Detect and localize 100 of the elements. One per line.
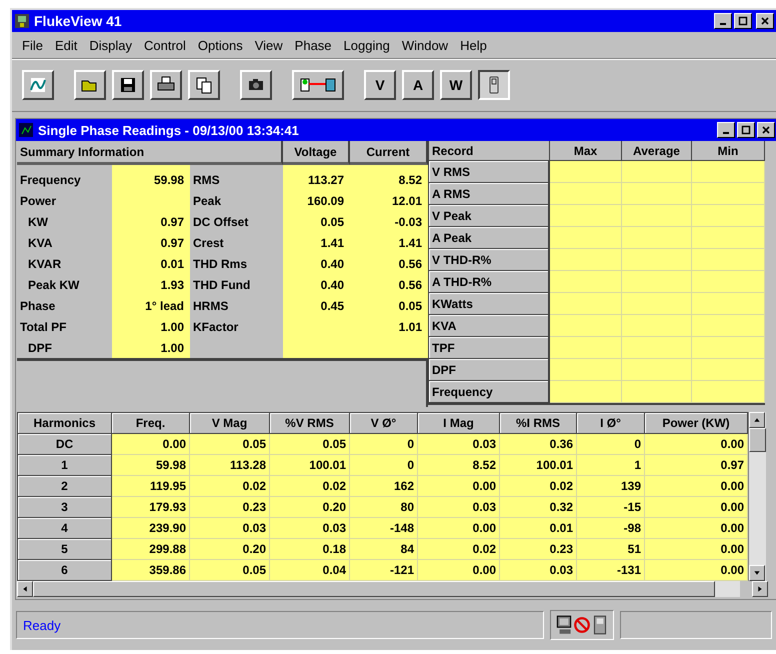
close-button[interactable] <box>756 13 774 29</box>
table-cell: 0.00 <box>418 560 500 581</box>
table-cell <box>622 315 692 337</box>
table-cell: 100.01 <box>500 455 577 476</box>
row-label: KVA <box>27 234 54 252</box>
menu-item[interactable]: View <box>254 38 283 52</box>
table-cell: 1 <box>577 455 645 476</box>
letter-button[interactable]: A <box>402 70 434 100</box>
row-label: DPF <box>27 340 53 356</box>
table-cell <box>550 227 622 249</box>
chart-button[interactable] <box>22 70 54 100</box>
table-cell: 12.01 <box>350 190 428 211</box>
table-cell: 0.00 <box>418 476 500 497</box>
connect-button[interactable] <box>292 70 344 100</box>
table-cell: 8.52 <box>418 455 500 476</box>
copy-icon <box>194 75 214 95</box>
save-button[interactable] <box>112 70 144 100</box>
open-button[interactable] <box>74 70 106 100</box>
computer-icon <box>555 614 573 636</box>
meter-button[interactable] <box>478 70 510 100</box>
table-cell: 0.00 <box>418 518 500 539</box>
close-button[interactable] <box>757 122 775 138</box>
table-cell: 0.00 <box>645 518 748 539</box>
table-cell: 113.28 <box>190 455 270 476</box>
column-header: %I RMS <box>500 412 577 434</box>
table-cell: 0.56 <box>350 253 428 274</box>
table-cell <box>550 381 622 403</box>
menu-item[interactable]: Edit <box>54 38 78 52</box>
table-cell <box>550 359 622 381</box>
minimize-button[interactable] <box>714 13 732 29</box>
close-icon <box>761 125 771 135</box>
minimize-button[interactable] <box>717 122 735 138</box>
table-cell <box>550 293 622 315</box>
table-cell: 59.98 <box>112 165 190 190</box>
row-label: Power <box>19 192 58 210</box>
table-cell: 0.97 <box>112 211 190 232</box>
column-header: V Ø° <box>350 412 418 434</box>
vertical-scrollbar[interactable] <box>748 412 766 581</box>
table-cell: 1.41 <box>350 232 428 253</box>
row-label: Peak KW <box>27 276 80 294</box>
row-label: Frequency <box>19 172 82 188</box>
table-cell: 0.05 <box>270 434 350 455</box>
table-cell: 0.00 <box>645 476 748 497</box>
table-cell: 0.05 <box>350 295 428 316</box>
table-cell: 162 <box>350 476 418 497</box>
table-cell: -121 <box>350 560 418 581</box>
table-cell: -131 <box>577 560 645 581</box>
menu-item[interactable]: Options <box>198 38 243 52</box>
table-cell: 51 <box>577 539 645 560</box>
menu-item[interactable]: Logging <box>344 38 390 52</box>
table-cell <box>622 161 692 183</box>
letter-button[interactable]: V <box>364 70 396 100</box>
row-label: Total PF <box>19 318 68 336</box>
table-cell: 160.09 <box>283 190 350 211</box>
table-cell: 1.93 <box>112 274 190 295</box>
menu-item[interactable]: Phase <box>294 38 332 52</box>
menu-item[interactable]: Control <box>144 38 186 52</box>
table-cell: -15 <box>577 497 645 518</box>
table-cell: 0.01 <box>500 518 577 539</box>
menu-item[interactable]: Window <box>402 38 448 52</box>
row-header: 3 <box>17 497 112 518</box>
table-cell: 0.00 <box>645 560 748 581</box>
table-cell: 0.56 <box>350 274 428 295</box>
column-header: I Mag <box>418 412 500 434</box>
table-cell <box>550 249 622 271</box>
maximize-button[interactable] <box>737 122 755 138</box>
copy-button[interactable] <box>188 70 220 100</box>
table-cell: 0.40 <box>283 253 350 274</box>
table-cell: 84 <box>350 539 418 560</box>
table-cell: 119.95 <box>112 476 190 497</box>
menu-item[interactable]: Help <box>460 38 487 52</box>
table-cell: 1.41 <box>283 232 350 253</box>
row-label: Crest <box>192 234 225 252</box>
table-cell: 0.23 <box>190 497 270 518</box>
table-cell <box>550 271 622 293</box>
maximize-icon <box>741 125 751 135</box>
camera-button[interactable] <box>240 70 272 100</box>
graph-icon <box>28 75 48 95</box>
row-header: 6 <box>17 560 112 581</box>
menu-item[interactable]: File <box>22 38 43 52</box>
table-cell: 8.52 <box>350 165 428 190</box>
table-cell <box>550 205 622 227</box>
table-cell: 0.03 <box>270 518 350 539</box>
table-cell: -98 <box>577 518 645 539</box>
table-cell <box>622 293 692 315</box>
table-cell <box>622 337 692 359</box>
table-cell: 113.27 <box>283 165 350 190</box>
meter-icon <box>591 614 609 636</box>
table-cell <box>550 183 622 205</box>
table-cell: 0.23 <box>500 539 577 560</box>
menu-item[interactable]: Display <box>89 38 132 52</box>
row-label: HRMS <box>192 298 230 314</box>
table-cell: 0.20 <box>270 497 350 518</box>
scroll-thumb[interactable] <box>749 428 766 452</box>
column-header: Power (KW) <box>645 412 748 434</box>
maximize-button[interactable] <box>734 13 752 29</box>
print-button[interactable] <box>150 70 182 100</box>
letter-button[interactable]: W <box>440 70 472 100</box>
table-cell: -148 <box>350 518 418 539</box>
status-text: Ready <box>23 618 61 632</box>
